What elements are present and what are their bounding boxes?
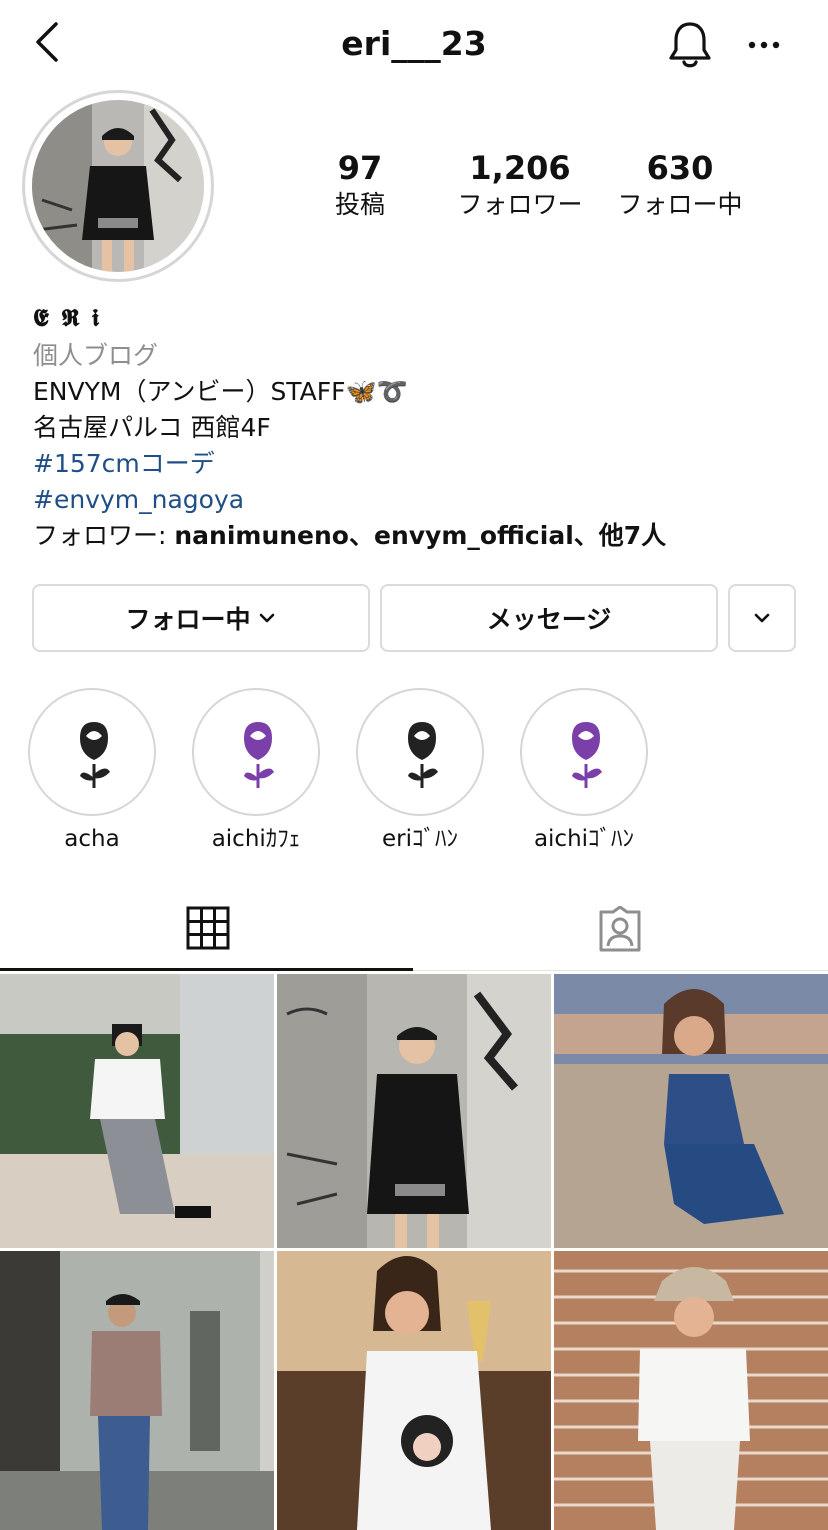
following-count: 630 [646, 149, 714, 187]
highlight-cover [520, 688, 648, 816]
highlight-cover [356, 688, 484, 816]
followers-stat[interactable]: 1,206 フォロワー [450, 148, 590, 222]
highlight-label: aichiｺﾞﾊﾝ [533, 826, 635, 852]
highlight-label: acha [64, 826, 120, 852]
suggested-dropdown-button[interactable] [728, 584, 796, 652]
post-thumbnail[interactable] [0, 974, 274, 1248]
followed-by-names: nanimuneno、envym_official、他7人 [174, 521, 667, 550]
following-button-label: フォロー中 [125, 605, 251, 634]
posts-count: 97 [337, 149, 383, 187]
grid-icon[interactable] [186, 906, 230, 950]
followers-label: フォロワー [457, 190, 583, 219]
top-bar: eri___23 [0, 0, 828, 88]
following-button[interactable]: フォロー中 [32, 584, 370, 652]
post-thumbnail[interactable] [554, 974, 828, 1248]
message-button-label: メッセージ [486, 605, 612, 634]
highlight-cover [28, 688, 156, 816]
active-tab-indicator [0, 968, 413, 971]
post-thumbnail[interactable] [277, 1251, 551, 1530]
following-label: フォロー中 [617, 190, 743, 219]
story-highlight[interactable]: aichiｺﾞﾊﾝ [520, 688, 648, 854]
followed-by-prefix: フォロワー: [33, 521, 175, 550]
highlight-label: eriｺﾞﾊﾝ [382, 826, 458, 852]
hashtag-link[interactable]: #envym_nagoya [33, 482, 813, 518]
rose-icon [244, 722, 274, 788]
chevron-down-icon [754, 613, 770, 623]
followed-by[interactable]: フォロワー: nanimuneno、envym_official、他7人 [33, 518, 813, 554]
hashtag-link[interactable]: #157cmコーデ [33, 446, 813, 482]
post-thumbnail[interactable] [0, 1251, 274, 1530]
category-label: 個人ブログ [33, 341, 159, 370]
posts-label: 投稿 [334, 190, 385, 219]
rose-icon [572, 722, 602, 788]
bio-line: ENVYM（アンビー）STAFF🦋➰ [33, 377, 408, 406]
bio-line: 名古屋パルコ 西館4F [33, 413, 271, 442]
avatar[interactable] [32, 100, 204, 272]
bell-icon[interactable] [666, 20, 714, 70]
post-thumbnail[interactable] [277, 974, 551, 1248]
message-button[interactable]: メッセージ [380, 584, 718, 652]
following-stat[interactable]: 630 フォロー中 [610, 148, 750, 222]
post-thumbnail[interactable] [554, 1251, 828, 1530]
story-highlight[interactable]: eriｺﾞﾊﾝ [356, 688, 484, 854]
rose-icon [408, 722, 438, 788]
posts-stat[interactable]: 97 投稿 [320, 148, 400, 222]
chevron-down-icon [259, 613, 274, 623]
followers-count: 1,206 [469, 149, 571, 187]
story-highlight[interactable]: aichiｶﾌｪ [192, 688, 320, 854]
more-horizontal-icon[interactable] [744, 30, 784, 60]
tagged-person-icon[interactable] [597, 906, 643, 952]
rose-icon [80, 722, 110, 788]
story-highlight[interactable]: acha [28, 688, 156, 854]
highlight-cover [192, 688, 320, 816]
display-name: 𝕰 𝕽 𝖎 [33, 303, 102, 332]
highlight-label: aichiｶﾌｪ [211, 826, 301, 852]
